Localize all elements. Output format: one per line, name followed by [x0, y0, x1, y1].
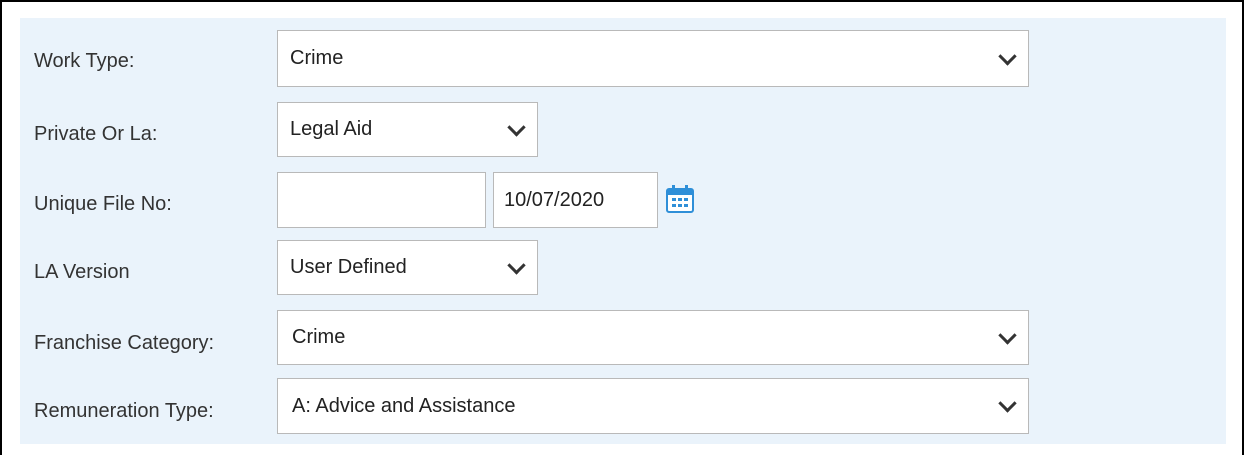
- la-version-select[interactable]: User Defined: [277, 240, 538, 295]
- matter-details-form: Work Type: Crime Private Or La: Legal Ai…: [20, 18, 1226, 444]
- unique-file-no-input[interactable]: [277, 172, 486, 228]
- file-date-input[interactable]: 10/07/2020: [493, 172, 658, 228]
- franchise-category-value: Crime: [292, 326, 346, 348]
- la-version-label: LA Version: [34, 261, 130, 283]
- file-date-value: 10/07/2020: [504, 188, 605, 211]
- calendar-icon[interactable]: [665, 184, 695, 214]
- chevron-down-icon: [998, 394, 1017, 413]
- remuneration-type-select[interactable]: A: Advice and Assistance: [277, 378, 1029, 434]
- work-type-select[interactable]: Crime: [277, 30, 1029, 87]
- remuneration-type-label: Remuneration Type:: [34, 400, 214, 422]
- remuneration-type-value: A: Advice and Assistance: [292, 394, 516, 417]
- chevron-down-icon: [998, 325, 1017, 345]
- chevron-down-icon: [507, 117, 526, 137]
- private-or-la-select[interactable]: Legal Aid: [277, 102, 538, 157]
- franchise-category-label: Franchise Category:: [34, 332, 215, 354]
- franchise-category-select[interactable]: Crime: [277, 310, 1029, 365]
- work-type-label: Work Type:: [34, 50, 135, 72]
- chevron-down-icon: [998, 46, 1017, 66]
- chevron-down-icon: [507, 255, 526, 275]
- private-or-la-value: Legal Aid: [290, 118, 373, 140]
- work-type-value: Crime: [290, 47, 344, 69]
- private-or-la-label: Private Or La:: [34, 123, 158, 145]
- la-version-value: User Defined: [290, 256, 407, 278]
- unique-file-no-label: Unique File No:: [34, 193, 172, 215]
